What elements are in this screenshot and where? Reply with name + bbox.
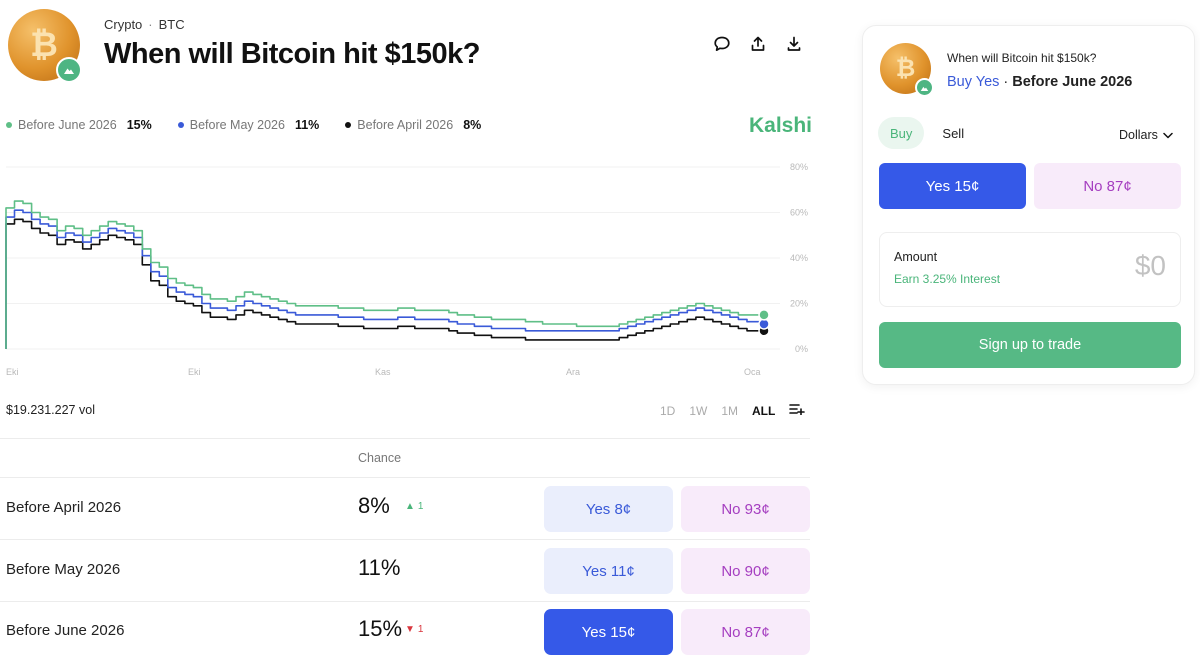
comment-icon[interactable] <box>712 34 732 54</box>
no-button[interactable]: No 93¢ <box>681 486 810 532</box>
amount-field[interactable]: Amount Earn 3.25% Interest $0 <box>879 232 1181 307</box>
trade-card: ₿ When will Bitcoin hit $150k? Buy Yes · B… <box>862 25 1195 385</box>
down-triangle-icon: ▼ <box>405 624 415 635</box>
no-button[interactable]: No 90¢ <box>681 548 810 594</box>
range-1w[interactable]: 1W <box>689 404 707 418</box>
table-row[interactable]: Before May 2026 11% Yes 11¢ No 90¢ <box>0 546 810 596</box>
download-icon[interactable] <box>784 34 804 54</box>
x-tick-label: Kas <box>375 367 391 377</box>
divider <box>0 438 810 439</box>
x-tick-label: Eki <box>6 367 19 377</box>
interest-text: Earn 3.25% Interest <box>894 272 1001 286</box>
range-1m[interactable]: 1M <box>721 404 738 418</box>
row-chance: 11% <box>358 555 401 580</box>
divider <box>0 601 810 602</box>
table-row[interactable]: Before April 2026 8% ▲ 1 Yes 8¢ No 93¢ <box>0 484 810 534</box>
breadcrumb: Crypto · BTC <box>104 17 185 32</box>
yes-button[interactable]: Yes 11¢ <box>544 548 673 594</box>
mountain-icon <box>915 78 934 97</box>
amount-value[interactable]: $0 <box>1135 250 1166 282</box>
no-button[interactable]: No 87¢ <box>681 609 810 655</box>
tab-buy[interactable]: Buy <box>878 117 925 149</box>
series-line <box>5 200 764 349</box>
mountain-icon <box>56 57 82 83</box>
breadcrumb-subcategory[interactable]: BTC <box>159 17 185 32</box>
chevron-down-icon <box>1163 128 1173 142</box>
breadcrumb-category[interactable]: Crypto <box>104 17 142 32</box>
row-name: Before May 2026 <box>6 561 121 578</box>
y-tick-label: 80% <box>790 162 808 172</box>
sign-up-button[interactable]: Sign up to trade <box>879 322 1181 368</box>
series-line <box>5 218 764 349</box>
trade-question: When will Bitcoin hit $150k? <box>947 51 1097 65</box>
range-1d[interactable]: 1D <box>660 404 675 418</box>
row-chance: 8% <box>358 493 390 518</box>
row-name: Before April 2026 <box>6 499 122 516</box>
row-change: ▼ 1 <box>405 624 424 635</box>
page-title: When will Bitcoin hit $150k? <box>104 38 480 70</box>
brand-logo: Kalshi <box>749 114 813 137</box>
row-chance: 15% <box>358 616 403 641</box>
chance-column-header: Chance <box>358 451 402 465</box>
up-triangle-icon: ▲ <box>405 501 415 512</box>
bitcoin-icon: ₿ <box>8 9 82 83</box>
y-tick-label: 0% <box>795 344 808 354</box>
bitcoin-icon: ₿ <box>880 43 934 97</box>
tab-sell[interactable]: Sell <box>930 117 976 149</box>
chart-legend: Before June 2026 15% Before May 2026 11% B… <box>6 118 481 132</box>
divider <box>0 539 810 540</box>
volume-text: $19.231.227 vol <box>6 403 95 417</box>
table-row[interactable]: Before June 2026 15% ▼ 1 Yes 15¢ No 87¢ <box>0 607 810 657</box>
amount-label: Amount <box>894 250 938 264</box>
legend-item-april[interactable]: Before April 2026 8% <box>345 118 481 132</box>
y-tick-label: 40% <box>790 253 808 263</box>
currency-dropdown[interactable]: Dollars <box>1119 128 1173 142</box>
price-chart[interactable]: 80% 60% 40% 20% 0% Eki Eki Kas Ara Oca <box>0 155 820 387</box>
series-endpoint <box>758 309 770 321</box>
x-tick-label: Ara <box>566 367 580 377</box>
legend-item-june[interactable]: Before June 2026 15% <box>6 118 152 132</box>
market-actions <box>712 34 804 54</box>
add-chart-icon[interactable] <box>789 403 806 418</box>
trade-market: Before June 2026 <box>1012 74 1133 90</box>
row-name: Before June 2026 <box>6 622 125 639</box>
buy-yes-button[interactable]: Yes 15¢ <box>879 163 1026 209</box>
x-tick-label: Oca <box>744 367 761 377</box>
y-tick-label: 20% <box>790 299 808 309</box>
trade-tabs: Buy Sell <box>878 117 976 149</box>
yes-button[interactable]: Yes 8¢ <box>544 486 673 532</box>
yes-button[interactable]: Yes 15¢ <box>544 609 673 655</box>
trade-side: Buy Yes <box>947 74 1000 90</box>
range-selector: 1D 1W 1M ALL <box>660 403 806 418</box>
share-icon[interactable] <box>748 34 768 54</box>
row-change: ▲ 1 <box>405 501 424 512</box>
divider <box>0 477 810 478</box>
range-all[interactable]: ALL <box>752 404 775 418</box>
y-tick-label: 60% <box>790 208 808 218</box>
trade-selection: Buy Yes · Before June 2026 <box>947 74 1133 90</box>
market-panel: ₿ Crypto · BTC When will Bitcoin hit $150k… <box>0 0 820 659</box>
buy-no-button[interactable]: No 87¢ <box>1034 163 1181 209</box>
x-tick-label: Eki <box>188 367 201 377</box>
legend-item-may[interactable]: Before May 2026 11% <box>177 118 319 132</box>
